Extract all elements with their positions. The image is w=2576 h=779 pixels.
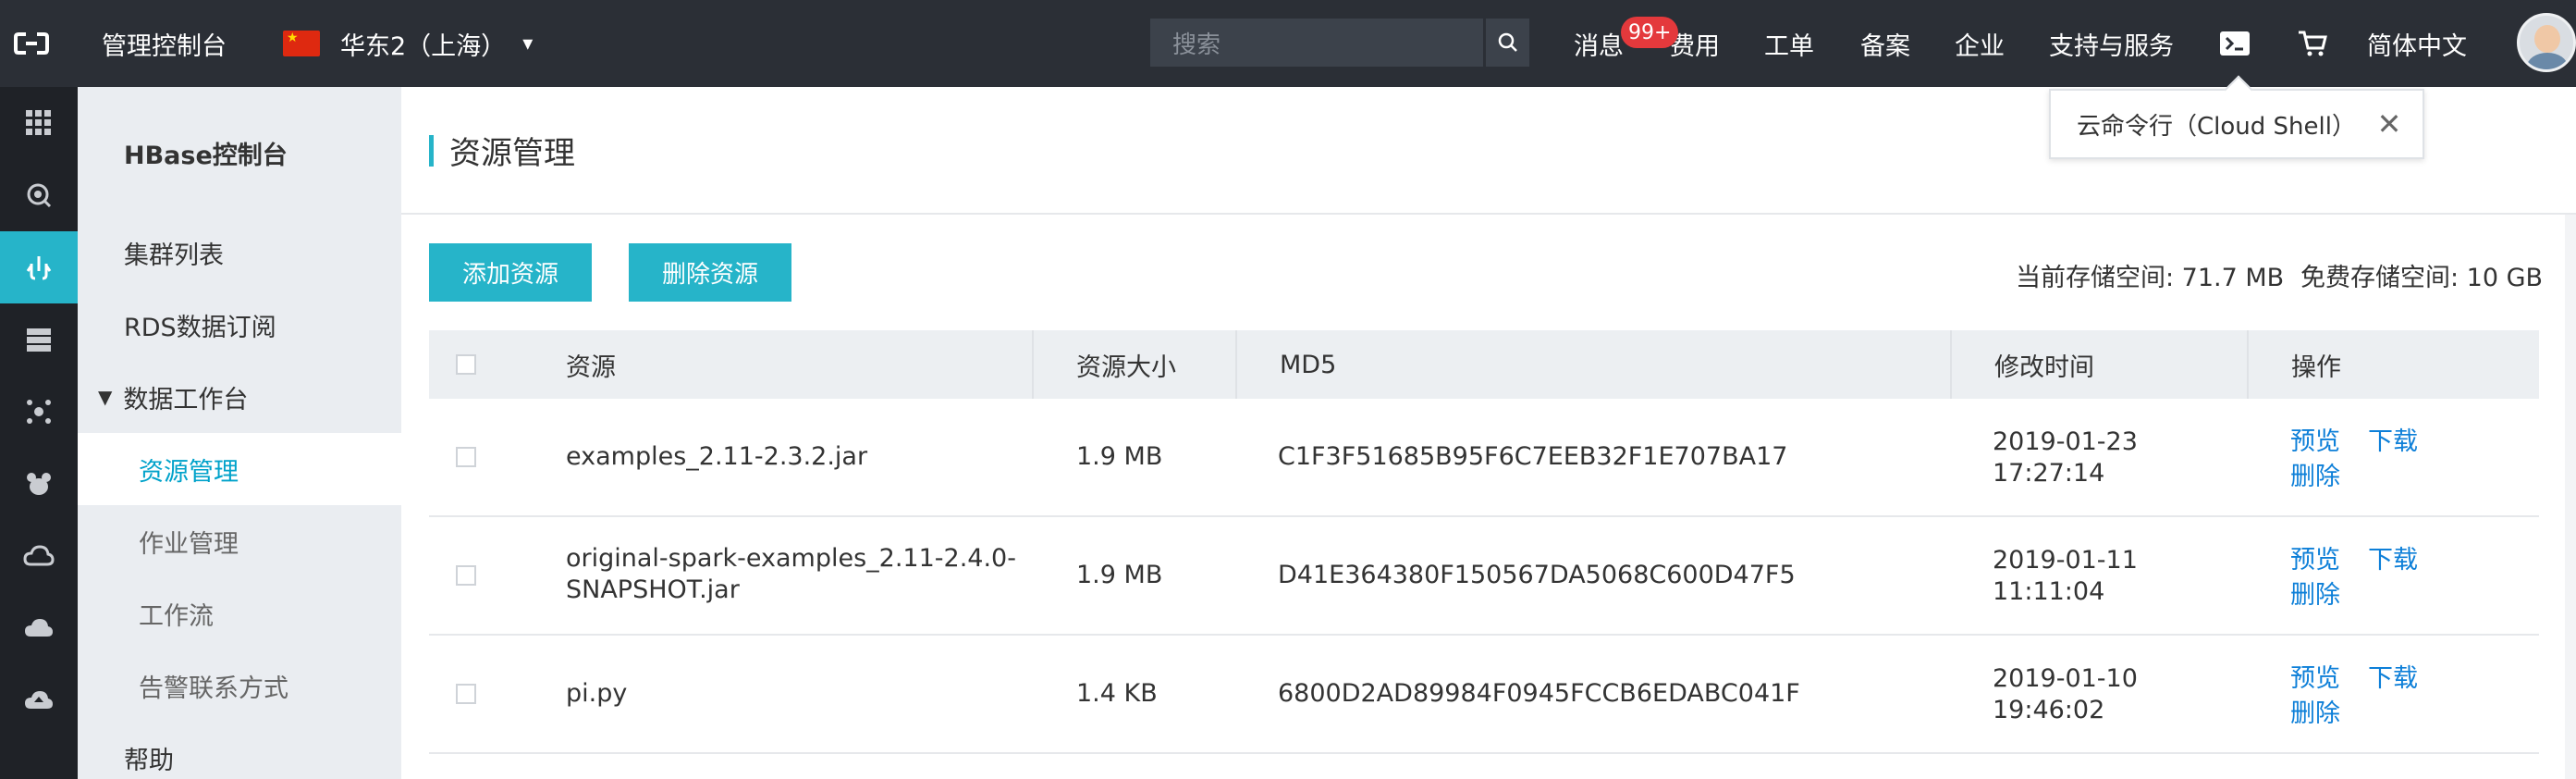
cloud-upload-icon[interactable] <box>0 664 78 736</box>
resource-size: 1.9 MB <box>1076 561 1163 589</box>
modified-time: 19:46:02 <box>1993 696 2105 724</box>
resource-md5: D41E364380F150567DA5068C600D47F5 <box>1278 561 1796 589</box>
column-divider <box>2247 330 2249 399</box>
messages-badge: 99+ <box>1621 17 1679 48</box>
resource-md5: 6800D2AD89984F0945FCCB6EDABC041F <box>1278 679 1800 708</box>
record-link[interactable]: 备案 <box>1860 0 1910 87</box>
table-header: 资源 资源大小 MD5 修改时间 操作 <box>429 330 2539 399</box>
modified-date: 2019-01-10 <box>1993 664 2138 693</box>
add-resource-button[interactable]: 添加资源 <box>429 243 592 302</box>
grid-menu-icon[interactable] <box>0 87 78 159</box>
cart-icon[interactable] <box>2297 0 2328 87</box>
console-home-link[interactable]: 管理控制台 <box>102 0 227 87</box>
delete-link[interactable]: 删除 <box>2290 462 2340 493</box>
aliyun-logo-icon[interactable] <box>13 0 65 87</box>
page-title: 资源管理 <box>449 135 575 172</box>
delete-link[interactable]: 删除 <box>2290 699 2340 730</box>
modified-date: 2019-01-23 <box>1993 427 2138 456</box>
sidebar-item-label: 数据工作台 <box>123 385 249 414</box>
modified-time: 11:11:04 <box>1993 577 2105 606</box>
sidebar-item-rds-subscription[interactable]: RDS数据订阅 <box>78 289 401 361</box>
row-checkbox[interactable] <box>456 447 476 467</box>
column-header-size: 资源大小 <box>1076 352 1176 382</box>
monitor-search-icon[interactable] <box>0 159 78 231</box>
network-icon[interactable] <box>0 376 78 448</box>
cloud-outline-icon[interactable] <box>0 520 78 592</box>
fee-link[interactable]: 费用 <box>1670 0 1720 87</box>
enterprise-link[interactable]: 企业 <box>1955 0 2005 87</box>
search-icon <box>1498 32 1517 52</box>
cloud-gear-icon[interactable] <box>0 592 78 664</box>
download-link[interactable]: 下载 <box>2368 427 2418 458</box>
column-divider <box>1950 330 1952 399</box>
product-icon-rail <box>0 87 78 779</box>
region-selector[interactable]: 华东2（上海） ▾ <box>283 0 533 87</box>
resource-size: 1.9 MB <box>1076 442 1163 471</box>
table-row: examples_2.11-2.3.2.jar 1.9 MB C1F3F5168… <box>429 399 2539 517</box>
modified-date: 2019-01-11 <box>1993 546 2138 575</box>
resource-name: original-spark-examples_2.11-2.4.0- <box>566 544 1016 573</box>
column-divider <box>1032 330 1034 399</box>
language-selector[interactable]: 简体中文 <box>2367 0 2467 87</box>
search-input[interactable]: 搜索 <box>1150 19 1483 67</box>
server-icon[interactable] <box>0 303 78 376</box>
table-row: pi.py 1.4 KB 6800D2AD89984F0945FCCB6EDAB… <box>429 636 2539 754</box>
free-storage-text: 免费存储空间: 10 GB <box>2300 264 2544 292</box>
sidebar-title: HBase控制台 <box>124 142 288 170</box>
search-placeholder: 搜索 <box>1172 31 1221 59</box>
terminal-icon[interactable] <box>2219 0 2251 87</box>
column-header-md5: MD5 <box>1280 350 1337 379</box>
hbase-sidebar: HBase控制台 集群列表 RDS数据订阅 ▼ 数据工作台 资源管理 作业管理 … <box>78 87 401 779</box>
page-scrollbar[interactable] <box>2565 215 2576 779</box>
tooltip-text: 云命令行（Cloud Shell） <box>2077 112 2356 141</box>
sidebar-item-data-workbench[interactable]: ▼ 数据工作台 <box>78 361 401 433</box>
column-divider <box>1235 330 1237 399</box>
modified-time: 17:27:14 <box>1993 459 2105 488</box>
sidebar-item-cluster-list[interactable]: 集群列表 <box>78 216 401 289</box>
row-checkbox[interactable] <box>456 684 476 704</box>
title-accent-bar <box>429 135 434 167</box>
delete-resource-button[interactable]: 删除资源 <box>629 243 791 302</box>
preview-link[interactable]: 预览 <box>2290 545 2340 576</box>
support-link[interactable]: 支持与服务 <box>2049 0 2174 87</box>
select-all-checkbox[interactable] <box>456 354 476 375</box>
resource-name: pi.py <box>566 679 628 708</box>
sidebar-item-resource-management[interactable]: 资源管理 <box>78 433 401 505</box>
caret-down-icon: ▾ <box>522 31 534 56</box>
hbase-icon[interactable] <box>0 231 78 303</box>
download-link[interactable]: 下载 <box>2368 545 2418 576</box>
column-header-modified: 修改时间 <box>1994 352 2094 382</box>
search-button[interactable] <box>1485 19 1529 67</box>
sidebar-item-workflow[interactable]: 工作流 <box>78 577 401 649</box>
current-storage-text: 当前存储空间: 71.7 MB <box>2016 264 2285 292</box>
sidebar-item-alert-contacts[interactable]: 告警联系方式 <box>78 649 401 722</box>
resource-name: examples_2.11-2.3.2.jar <box>566 442 868 471</box>
row-checkbox[interactable] <box>456 565 476 586</box>
cloud-shell-tooltip: 云命令行（Cloud Shell） ✕ <box>2049 89 2424 159</box>
china-flag-icon <box>283 31 320 56</box>
resource-size: 1.4 KB <box>1076 679 1158 708</box>
pets-icon[interactable] <box>0 448 78 520</box>
messages-link[interactable]: 消息 <box>1574 0 1624 87</box>
top-navigation-bar: 管理控制台 华东2（上海） ▾ 搜索 消息 99+ 费用 工单 备案 企业 支持… <box>0 0 2576 87</box>
ticket-link[interactable]: 工单 <box>1764 0 1814 87</box>
table-row: original-spark-examples_2.11-2.4.0- SNAP… <box>429 517 2539 636</box>
column-header-actions: 操作 <box>2291 352 2341 382</box>
preview-link[interactable]: 预览 <box>2290 427 2340 458</box>
download-link[interactable]: 下载 <box>2368 663 2418 695</box>
preview-link[interactable]: 预览 <box>2290 663 2340 695</box>
resource-md5: C1F3F51685B95F6C7EEB32F1E707BA17 <box>1278 442 1788 471</box>
user-avatar[interactable] <box>2517 13 2576 72</box>
sidebar-item-job-management[interactable]: 作业管理 <box>78 505 401 577</box>
sidebar-item-help[interactable]: 帮助 <box>78 722 401 779</box>
delete-link[interactable]: 删除 <box>2290 580 2340 612</box>
caret-down-icon: ▼ <box>98 386 113 408</box>
region-label: 华东2（上海） <box>340 31 507 61</box>
resource-name-continued: SNAPSHOT.jar <box>566 575 740 604</box>
close-icon[interactable]: ✕ <box>2373 106 2406 142</box>
column-header-resource: 资源 <box>566 352 616 382</box>
